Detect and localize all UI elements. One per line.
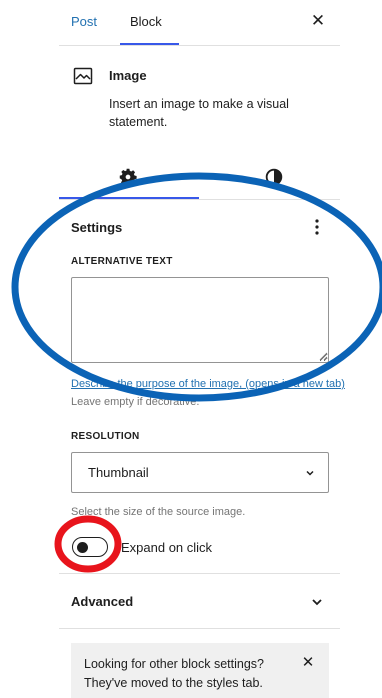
block-inspector-panel: Post Block ✕ Image Insert an image to ma… (59, 0, 345, 698)
toggle-knob (77, 541, 88, 553)
tab-block[interactable]: Block (130, 14, 162, 29)
close-icon[interactable]: ✕ (300, 655, 316, 671)
tab-styles[interactable] (199, 158, 339, 200)
advanced-panel-toggle[interactable]: Advanced (59, 573, 340, 629)
expand-on-click-label: Expand on click (121, 540, 213, 555)
chevron-down-icon (312, 599, 322, 606)
sidebar-header: Post Block ✕ (59, 0, 340, 46)
tab-post[interactable]: Post (71, 14, 97, 29)
block-description: Insert an image to make a visual stateme… (109, 97, 289, 129)
resolution-label: RESOLUTION (71, 431, 140, 442)
contrast-icon (265, 168, 283, 186)
resolution-select[interactable]: Thumbnail (71, 452, 329, 493)
alt-text-help: Leave empty if decorative. (71, 396, 200, 408)
inspector-tabs (59, 158, 340, 200)
image-icon (73, 67, 93, 85)
tab-settings[interactable] (59, 158, 199, 200)
chevron-down-icon (306, 470, 314, 476)
resolution-help: Select the size of the source image. (71, 506, 246, 518)
resolution-value: Thumbnail (88, 465, 149, 480)
expand-on-click-toggle[interactable] (72, 537, 108, 557)
settings-title: Settings (71, 220, 123, 235)
styles-moved-notice: Looking for other block settings? They'v… (71, 643, 329, 698)
alt-text-input[interactable] (71, 277, 329, 363)
alt-text-help-link[interactable]: Describe the purpose of the image, (open… (71, 378, 345, 390)
active-subtab-indicator (59, 197, 199, 199)
advanced-title: Advanced (71, 594, 134, 609)
notice-text: Looking for other block settings? They'v… (84, 657, 264, 690)
gear-icon (119, 168, 137, 186)
more-vertical-icon[interactable] (305, 217, 329, 237)
resize-handle-icon[interactable] (318, 351, 328, 361)
block-title: Image (109, 68, 147, 83)
close-icon[interactable]: ✕ (309, 12, 327, 30)
active-tab-indicator (120, 43, 179, 45)
alt-text-label: ALTERNATIVE TEXT (71, 256, 173, 267)
